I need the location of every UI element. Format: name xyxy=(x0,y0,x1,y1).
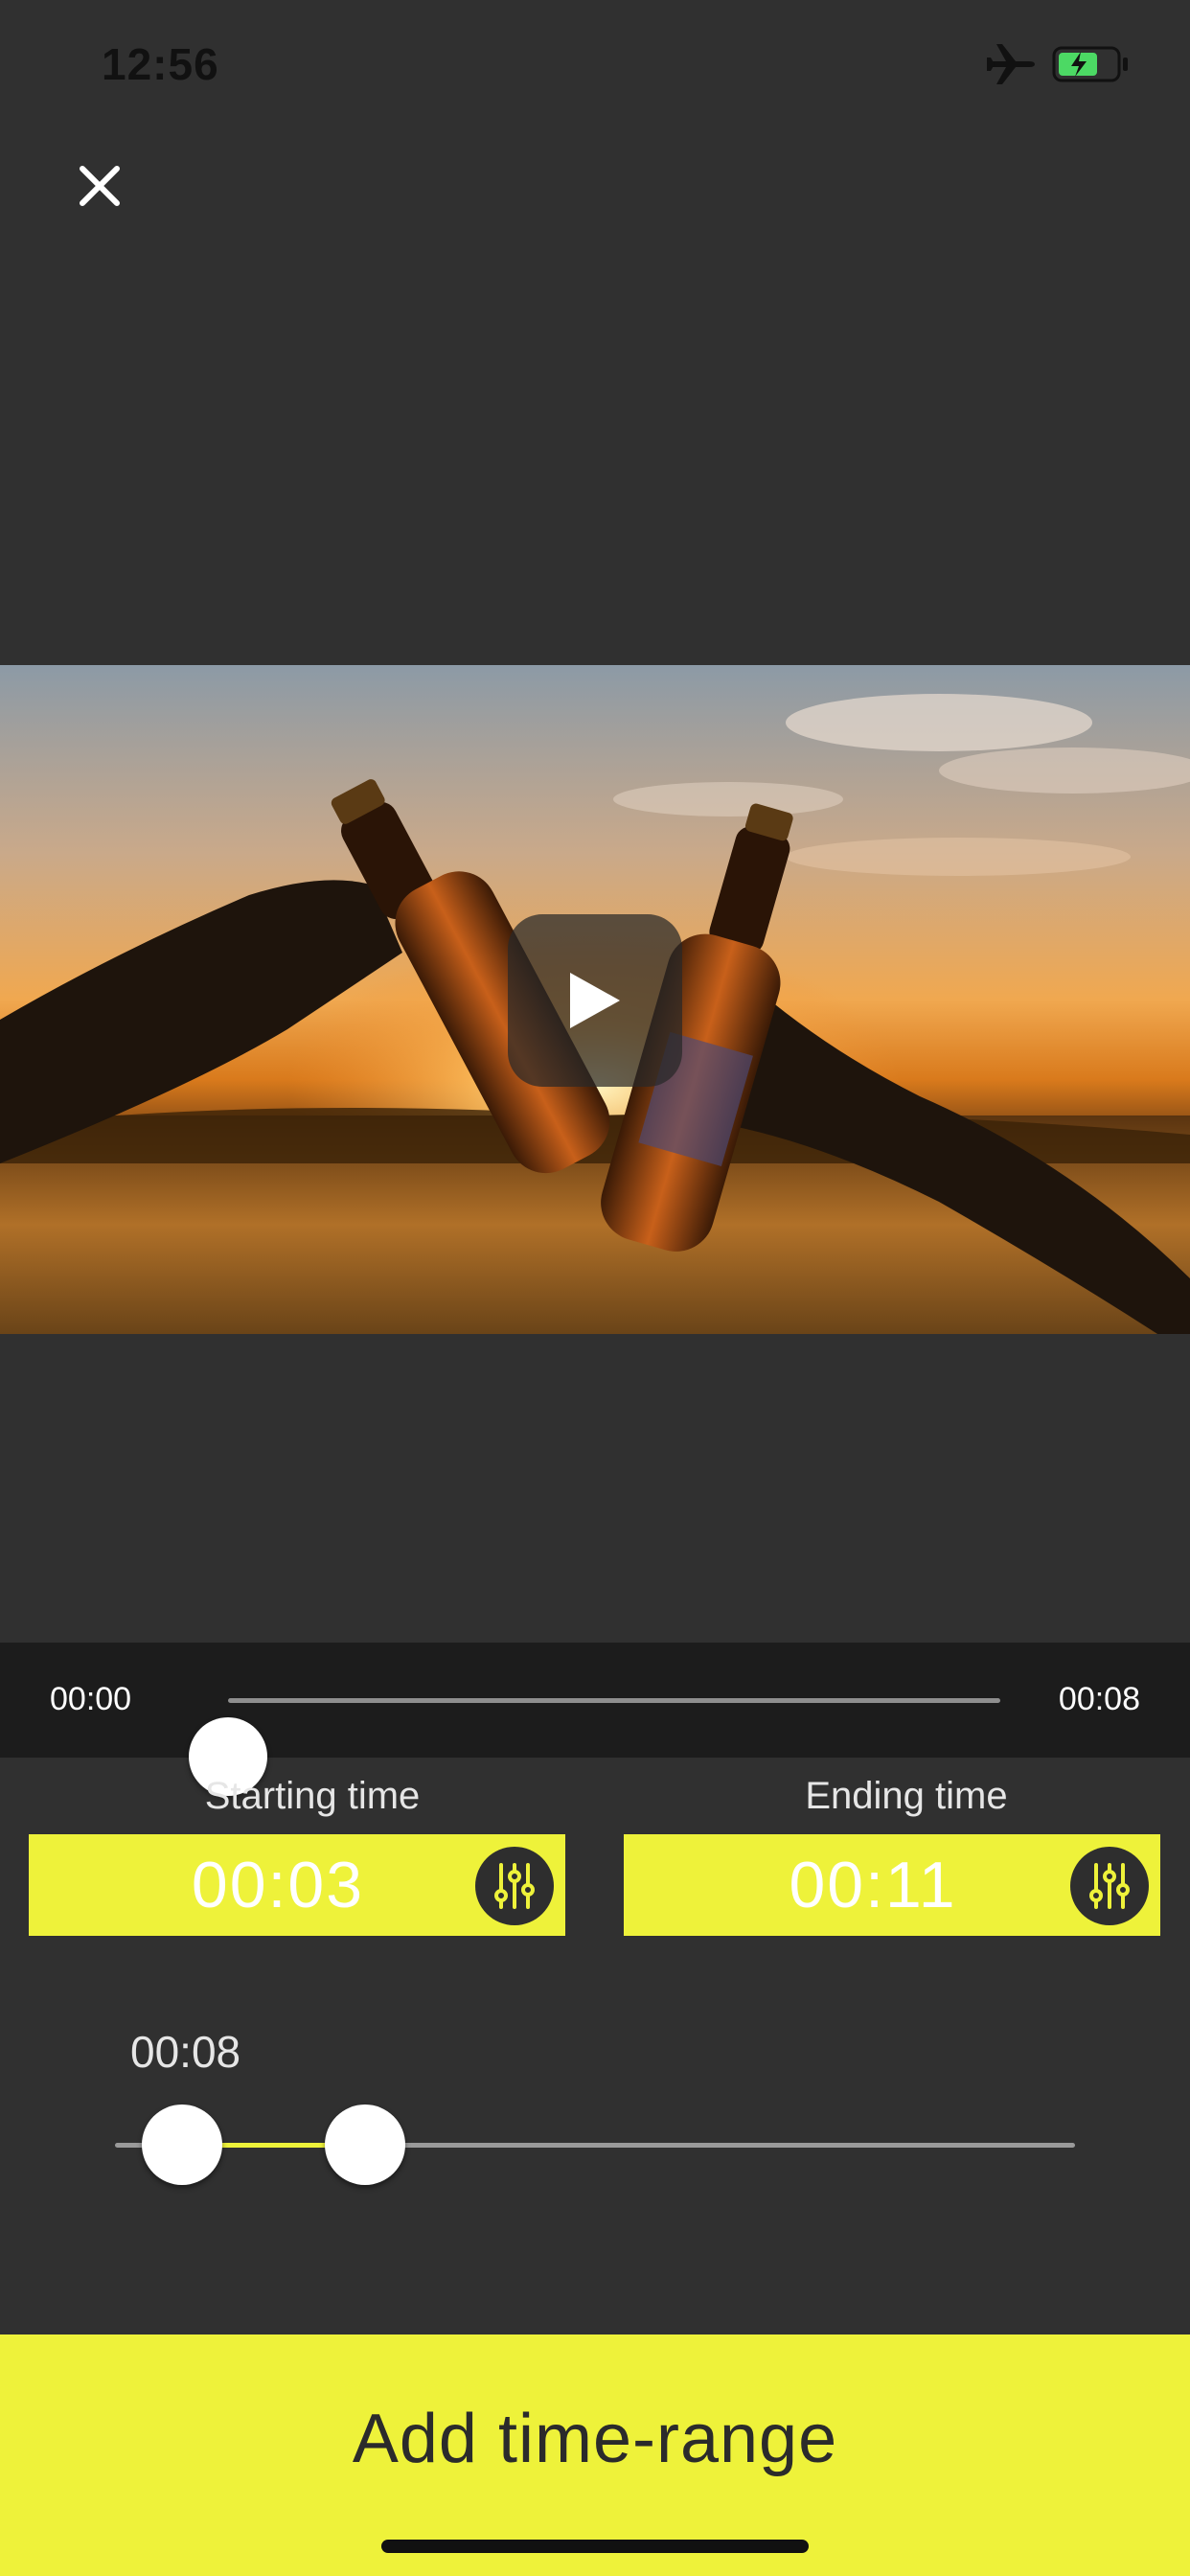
ending-time-caption: Ending time xyxy=(805,1775,1008,1817)
starting-time-adjust-button[interactable] xyxy=(475,1847,554,1925)
starting-time-caption: Starting time xyxy=(204,1775,421,1817)
play-button[interactable] xyxy=(508,914,682,1087)
seek-end-label: 00:08 xyxy=(1058,1681,1140,1717)
close-icon xyxy=(80,166,120,206)
airplane-icon xyxy=(985,42,1037,86)
home-indicator xyxy=(381,2540,809,2553)
seek-track[interactable] xyxy=(189,1698,1000,1796)
range-duration-label: 00:08 xyxy=(130,2027,241,2077)
range-start-thumb[interactable] xyxy=(142,2104,223,2185)
range-end-thumb[interactable] xyxy=(324,2104,405,2185)
add-time-range-button[interactable]: Add time-range xyxy=(0,2334,1190,2576)
play-icon xyxy=(570,973,620,1028)
ending-time-field[interactable]: 00:11 xyxy=(624,1834,1160,1936)
seek-start-label: 00:00 xyxy=(50,1681,132,1717)
sliders-icon xyxy=(494,1863,535,1909)
sliders-icon xyxy=(1089,1863,1130,1909)
add-time-range-label: Add time-range xyxy=(352,2401,838,2477)
battery-charging-icon xyxy=(1052,46,1129,82)
seek-bar[interactable]: 00:00 00:08 xyxy=(0,1643,1190,1796)
status-time: 12:56 xyxy=(102,39,219,89)
starting-time-field[interactable]: 00:03 xyxy=(29,1834,565,1936)
video-preview[interactable] xyxy=(0,665,1190,1334)
range-track[interactable] xyxy=(115,2143,1075,2148)
ending-time-adjust-button[interactable] xyxy=(1070,1847,1149,1925)
close-button[interactable] xyxy=(71,157,128,215)
